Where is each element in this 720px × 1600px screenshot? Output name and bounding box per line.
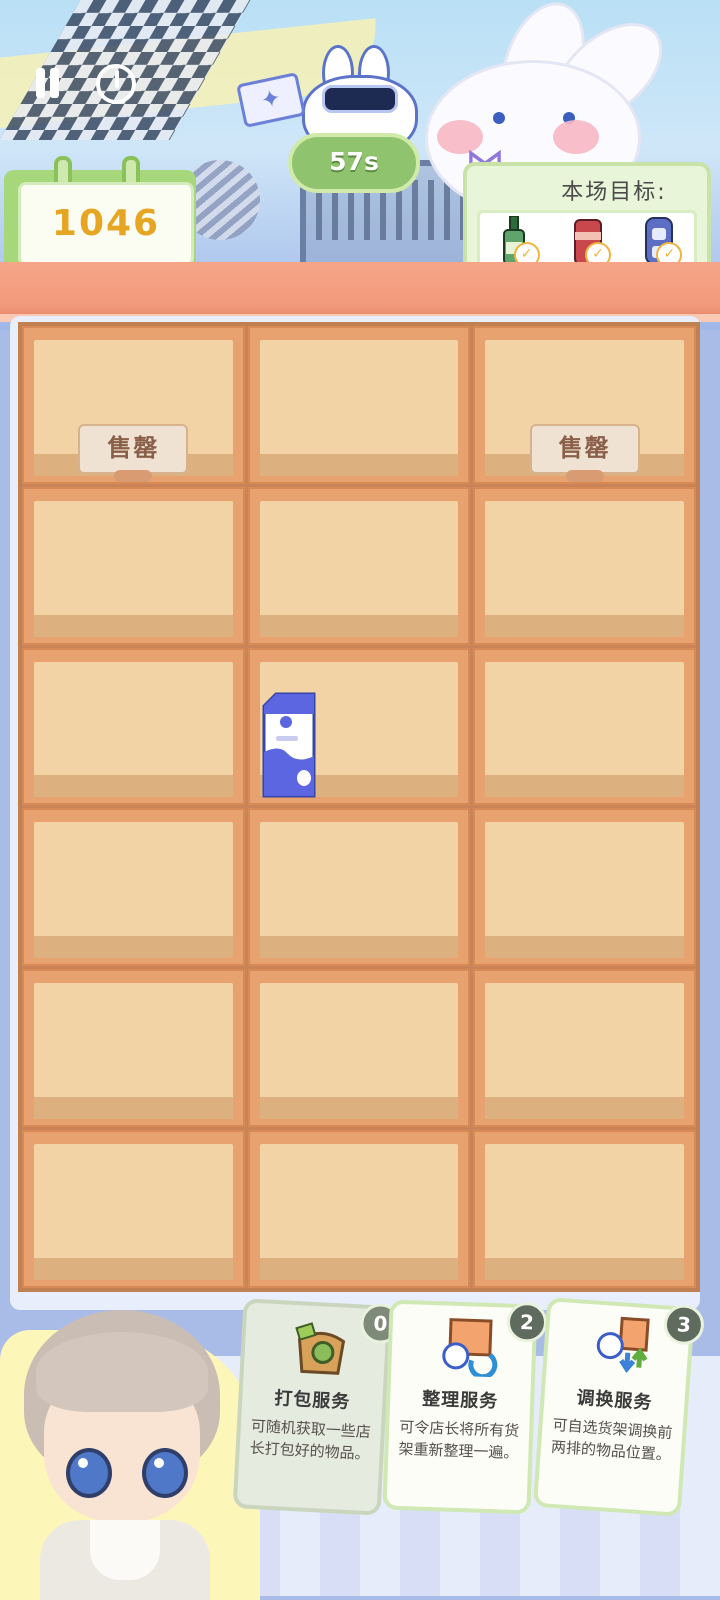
shelf-cell[interactable] (22, 808, 245, 967)
shelf-cell[interactable] (473, 486, 696, 645)
shelf-lip (34, 1257, 233, 1280)
shelf-cell[interactable] (22, 969, 245, 1128)
tidy-service-card[interactable]: 整理服务 可令店长将所有货架重新整理一遍。 2 (382, 1299, 548, 1515)
service-name: 整理服务 (421, 1388, 499, 1413)
shelf-cell[interactable] (247, 326, 471, 484)
service-description: 可随机获取一些店长打包好的物品。 (249, 1416, 372, 1464)
shelf-cell[interactable] (22, 1130, 245, 1288)
milk-carton-icon[interactable] (258, 692, 320, 800)
red-can-icon: ✓ (565, 216, 611, 268)
shelf-cell[interactable]: 售罄 (473, 326, 696, 484)
score-value: 1046 (18, 182, 194, 266)
pause-button[interactable] (30, 64, 64, 104)
shelf-lip (259, 1257, 459, 1280)
shelf-lip (485, 1097, 684, 1120)
shelf-lip (259, 1097, 459, 1120)
shelf-refresh-icon (435, 1315, 501, 1380)
swap-service-card[interactable]: 调换服务 可自选货架调换前两排的物品位置。 3 (532, 1297, 706, 1517)
shelf-cell[interactable] (22, 486, 245, 645)
shelf-lip (485, 936, 684, 959)
shopkeeper-character (10, 1310, 235, 1600)
shelf-cell[interactable] (247, 647, 471, 806)
shelf-lip (259, 453, 459, 476)
shelf-lip (259, 936, 459, 959)
shelf-lip (34, 775, 233, 798)
countdown-timer: 57s (288, 133, 420, 193)
sold-out-sign: 售罄 (529, 424, 640, 482)
package-bag-icon (288, 1315, 355, 1378)
shelf-lip (259, 614, 459, 637)
service-name: 打包服务 (273, 1388, 351, 1413)
blue-cup-icon: ✓ (636, 216, 683, 268)
shelf-cell[interactable] (22, 647, 245, 806)
shelf-cell[interactable] (247, 486, 471, 645)
service-name: 调换服务 (575, 1387, 654, 1414)
shelf-cell[interactable] (247, 1130, 471, 1288)
package-service-card[interactable]: 打包服务 可随机获取一些店长打包好的物品。 0 (232, 1298, 402, 1516)
shelf-cell[interactable]: 售罄 (22, 326, 245, 484)
shelf-cell[interactable] (473, 969, 696, 1128)
stopwatch-button[interactable] (96, 64, 136, 104)
shelf-cell[interactable] (247, 969, 471, 1128)
shelf-lip (34, 1097, 233, 1120)
shelf-header-bar (0, 262, 720, 322)
target-panel: 本场目标: ✓ ✓ ✓ (463, 162, 711, 278)
green-bottle-icon: ✓ (494, 216, 540, 268)
service-description: 可令店长将所有货架重新整理一遍。 (398, 1417, 520, 1463)
shelf-cell[interactable] (473, 808, 696, 967)
shelf-lip (485, 775, 684, 798)
shelf-lip (34, 936, 233, 959)
shelf-lip (485, 614, 684, 637)
shelf-cell[interactable] (473, 1130, 696, 1288)
sold-out-sign: 售罄 (78, 424, 189, 482)
shelf-lip (485, 1257, 684, 1280)
shelf-grid: 售罄 售罄 (18, 322, 700, 1292)
shelf-lip (34, 614, 233, 637)
shelf-cell[interactable] (473, 647, 696, 806)
target-title: 本场目标: (561, 180, 667, 205)
service-description: 可自选货架调换前两排的物品位置。 (550, 1415, 673, 1465)
swap-arrows-icon (590, 1314, 658, 1378)
shelf-cell[interactable] (247, 808, 471, 967)
